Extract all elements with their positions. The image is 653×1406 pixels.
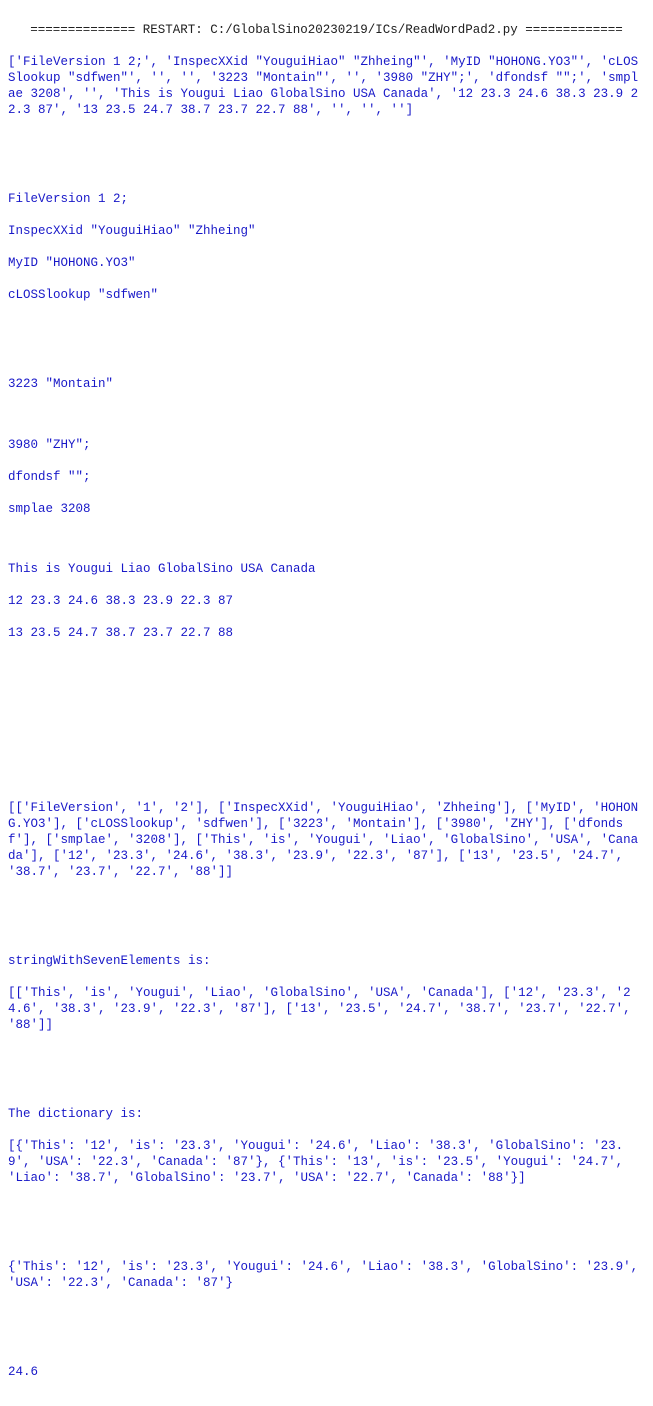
spacer <box>8 1307 645 1320</box>
spacer <box>8 408 645 421</box>
output-line: FileVersion 1 2; <box>8 191 645 207</box>
output-line: smplae 3208 <box>8 501 645 517</box>
output-label: stringWithSevenElements is: <box>8 953 645 969</box>
spacer <box>8 686 645 699</box>
idle-shell-output[interactable]: ============== RESTART: C:/GlobalSino202… <box>0 0 653 1406</box>
output-line: cLOSSlookup "sdfwen" <box>8 287 645 303</box>
output-label: The dictionary is: <box>8 1106 645 1122</box>
output-value: 24.6 <box>8 1364 645 1380</box>
spacer <box>8 1202 645 1215</box>
output-line: 3980 "ZHY"; <box>8 437 645 453</box>
spacer <box>8 1077 645 1090</box>
output-line: This is Yougui Liao GlobalSino USA Canad… <box>8 561 645 577</box>
spacer <box>8 319 645 332</box>
spacer <box>8 771 645 784</box>
output-seven-elements: [['This', 'is', 'Yougui', 'Liao', 'Globa… <box>8 986 638 1032</box>
spacer <box>8 1049 645 1062</box>
output-line: 13 23.5 24.7 38.7 23.7 22.7 88 <box>8 625 645 641</box>
output-line: InspecXXid "YouguiHiao" "Zhheing" <box>8 223 645 239</box>
restart-banner: ============== RESTART: C:/GlobalSino202… <box>8 22 645 38</box>
output-nested-list: [['FileVersion', '1', '2'], ['InspecXXid… <box>8 801 638 879</box>
output-line: dfondsf ""; <box>8 469 645 485</box>
output-line: MyID "HOHONG.YO3" <box>8 255 645 271</box>
spacer <box>8 657 645 670</box>
spacer <box>8 743 645 756</box>
spacer <box>8 348 645 361</box>
output-list-raw: ['FileVersion 1 2;', 'InspecXXid "Yougui… <box>8 55 638 117</box>
spacer <box>8 924 645 937</box>
output-line: 3223 "Montain" <box>8 376 645 392</box>
spacer <box>8 533 645 546</box>
spacer <box>8 896 645 909</box>
output-dictionary-single: {'This': '12', 'is': '23.3', 'Yougui': '… <box>8 1260 646 1290</box>
output-line: 12 23.3 24.6 38.3 23.9 22.3 87 <box>8 593 645 609</box>
spacer <box>8 134 645 147</box>
spacer <box>8 163 645 176</box>
spacer <box>8 1230 645 1243</box>
spacer <box>8 714 645 727</box>
output-dictionary-list: [{'This': '12', 'is': '23.3', 'Yougui': … <box>8 1139 631 1185</box>
spacer <box>8 1335 645 1348</box>
